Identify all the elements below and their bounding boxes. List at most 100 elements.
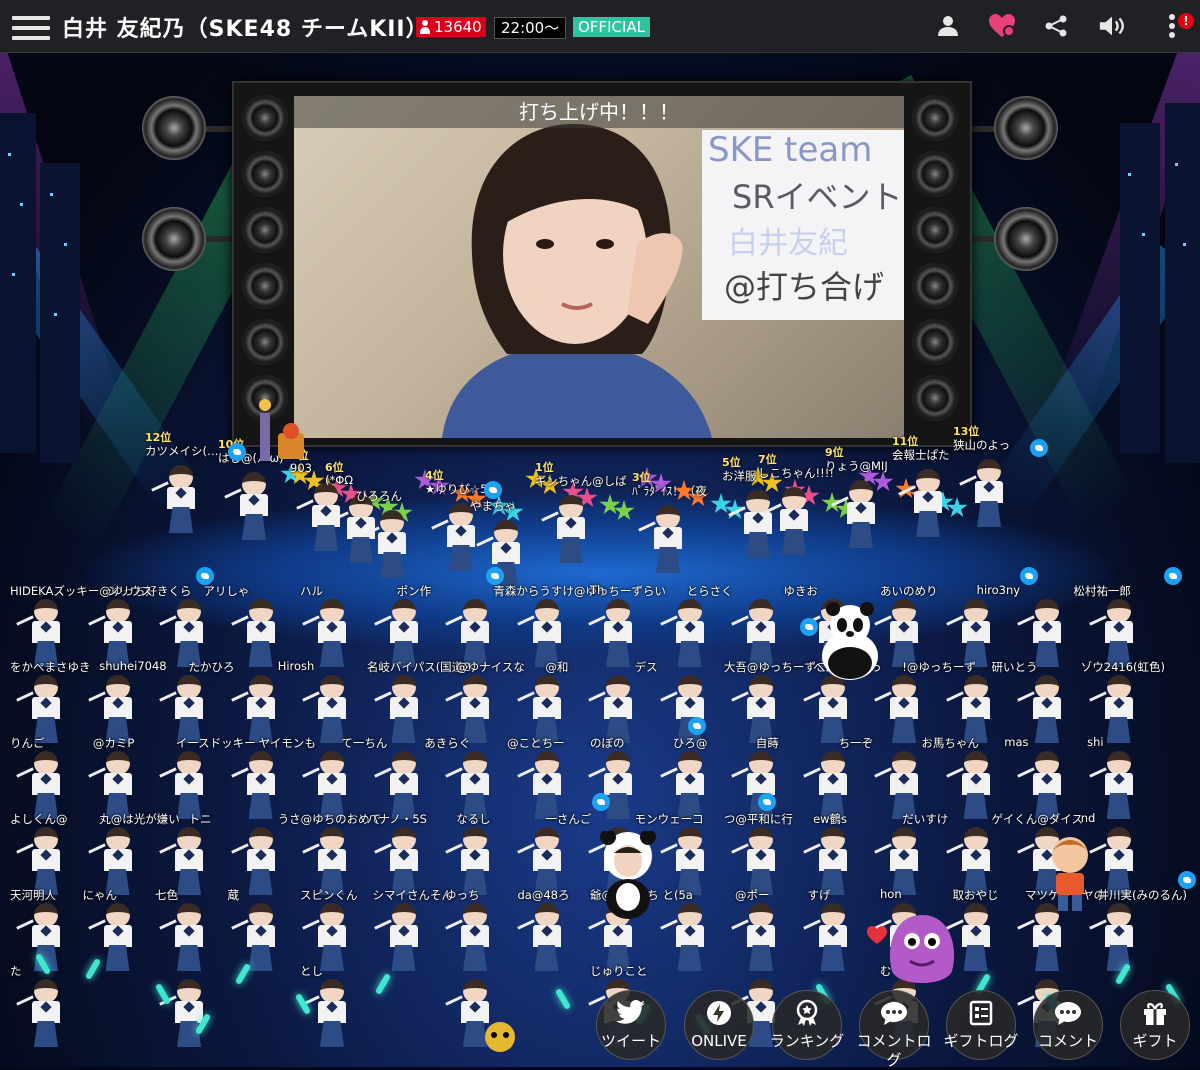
penlight bbox=[516, 767, 535, 778]
fan-name-label: ハナノ・5S bbox=[366, 812, 427, 826]
fan-avatar[interactable] bbox=[659, 903, 708, 975]
fan-avatar[interactable] bbox=[296, 483, 344, 555]
avatar-uniform bbox=[604, 925, 632, 947]
fan-avatar[interactable] bbox=[802, 903, 851, 975]
fan-avatar[interactable] bbox=[764, 487, 812, 559]
avatar-head bbox=[463, 903, 487, 927]
share-icon[interactable] bbox=[1042, 12, 1070, 40]
gift-log-button[interactable]: ギフトログ bbox=[943, 990, 1019, 1060]
fan-avatar[interactable] bbox=[831, 480, 879, 552]
fan-avatar[interactable] bbox=[731, 903, 779, 975]
avatar-head bbox=[749, 675, 773, 699]
live-video[interactable]: SKE team SRイベント 白井友紀 @打ち合げ 打ち上げ中！！！ bbox=[294, 96, 904, 438]
avatar-uniform bbox=[347, 517, 375, 539]
avatar-uniform bbox=[532, 697, 561, 719]
fan-avatar[interactable] bbox=[159, 979, 207, 1051]
avatar-skirt bbox=[1106, 793, 1131, 819]
live-stage: SKE team SRイベント 白井友紀 @打ち合げ 打ち上げ中！！！ 12位カ… bbox=[0, 53, 1200, 1067]
avatar-uniform bbox=[175, 697, 203, 719]
avatar-skirt bbox=[782, 529, 806, 555]
fan-avatar[interactable] bbox=[1017, 675, 1065, 747]
fan-avatar[interactable] bbox=[159, 903, 207, 975]
avatar-skirt bbox=[320, 945, 344, 971]
avatar-uniform bbox=[747, 773, 775, 795]
lightning-button[interactable]: ONLIVE bbox=[684, 990, 754, 1060]
fan-avatar[interactable] bbox=[1088, 903, 1137, 975]
panda-avatar[interactable] bbox=[815, 601, 885, 681]
fan-avatar[interactable] bbox=[302, 979, 350, 1051]
fan-avatar[interactable] bbox=[362, 510, 410, 582]
fan-name-label: 会報士ぱた bbox=[892, 448, 950, 462]
fan-avatar[interactable] bbox=[87, 903, 136, 975]
penlight bbox=[802, 767, 821, 778]
fan-avatar[interactable] bbox=[541, 495, 589, 567]
avatar-uniform bbox=[1104, 697, 1133, 719]
avatar-head bbox=[105, 675, 130, 699]
avatar-head bbox=[320, 827, 344, 851]
avatar-head bbox=[391, 599, 416, 623]
avatar-uniform bbox=[1104, 773, 1133, 795]
fan-name-label: hon bbox=[880, 887, 902, 901]
fan-avatar[interactable] bbox=[224, 472, 272, 544]
user-profile-icon[interactable] bbox=[934, 12, 962, 40]
fan-avatar[interactable] bbox=[588, 599, 636, 671]
child-avatar[interactable] bbox=[1040, 833, 1100, 913]
avatar-uniform bbox=[318, 925, 346, 947]
glow-stick bbox=[294, 992, 312, 1016]
button-label: コメントログ bbox=[856, 1032, 932, 1069]
fan-avatar[interactable] bbox=[151, 465, 199, 537]
avatar-head bbox=[606, 675, 630, 699]
avatar-uniform bbox=[675, 773, 704, 795]
avatar-skirt bbox=[391, 717, 416, 743]
fan-avatar[interactable] bbox=[16, 979, 64, 1051]
fan-avatar[interactable] bbox=[230, 599, 279, 671]
fan-name-label: イースドッキー bbox=[175, 736, 256, 750]
gift-button[interactable]: ギフト bbox=[1120, 990, 1190, 1060]
fan-avatar[interactable] bbox=[898, 469, 946, 541]
avatar-head bbox=[320, 751, 344, 775]
ranking-medal-button[interactable]: ランキング bbox=[770, 990, 844, 1060]
viewer-count: 13640 bbox=[434, 18, 482, 36]
comment-button[interactable]: コメント bbox=[1033, 990, 1103, 1060]
fan-avatar[interactable] bbox=[302, 599, 350, 671]
fan-avatar[interactable] bbox=[659, 599, 708, 671]
fan-avatar[interactable] bbox=[373, 903, 422, 975]
fan-avatar[interactable] bbox=[728, 490, 776, 562]
menu-hamburger-icon[interactable] bbox=[12, 14, 50, 42]
fan-avatar[interactable] bbox=[945, 903, 994, 975]
avatar-head bbox=[463, 751, 487, 775]
fan-avatar[interactable] bbox=[230, 751, 279, 823]
fan-avatar[interactable] bbox=[1088, 751, 1137, 823]
avatar-head bbox=[177, 979, 201, 1003]
fan-avatar[interactable] bbox=[638, 505, 686, 577]
avatar-head bbox=[820, 751, 845, 775]
fan-avatar[interactable] bbox=[1017, 903, 1065, 975]
fan-avatar[interactable] bbox=[588, 751, 636, 823]
fan-avatar[interactable] bbox=[445, 903, 493, 975]
purple-monster-avatar[interactable] bbox=[882, 911, 962, 991]
fan-name-label: 狭山のよっ bbox=[953, 438, 1011, 452]
avatar-uniform bbox=[675, 621, 704, 643]
fan-avatar[interactable] bbox=[874, 675, 922, 747]
fan-name-label: 研いとう bbox=[991, 660, 1038, 674]
comment-log-button[interactable]: コメントログ bbox=[856, 990, 932, 1069]
avatar-head bbox=[892, 599, 916, 623]
fan-avatar[interactable] bbox=[373, 675, 422, 747]
follow-heart-icon[interactable] bbox=[988, 12, 1016, 40]
avatar-skirt bbox=[380, 552, 404, 578]
panda-costume-avatar[interactable] bbox=[598, 831, 658, 921]
fan-avatar[interactable] bbox=[959, 459, 1007, 531]
fan-avatar[interactable] bbox=[1088, 675, 1137, 747]
yellow-character-icon bbox=[485, 1022, 515, 1052]
fan-avatar[interactable] bbox=[230, 827, 279, 899]
speaker-icon bbox=[912, 151, 958, 197]
avatar-skirt bbox=[169, 507, 193, 533]
fan-avatar[interactable] bbox=[516, 903, 565, 975]
volume-icon[interactable] bbox=[1098, 12, 1126, 40]
fan-avatar[interactable] bbox=[945, 751, 994, 823]
avatar-uniform bbox=[318, 773, 346, 795]
fan-name-label: シリウス bbox=[106, 584, 153, 598]
avatar-uniform bbox=[914, 491, 942, 513]
twitter-badge-icon bbox=[1178, 871, 1196, 889]
twitter-button[interactable]: ツイート bbox=[596, 990, 666, 1060]
